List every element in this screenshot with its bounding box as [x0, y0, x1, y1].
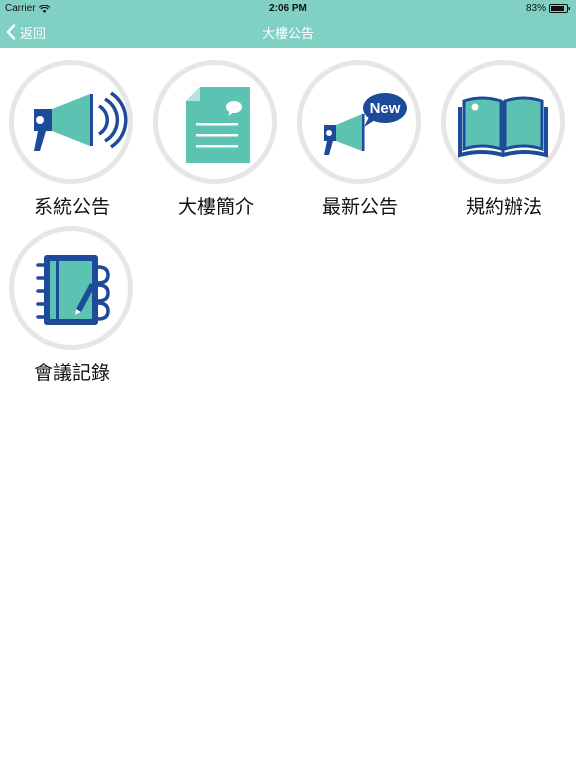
tile-label: 規約辦法	[465, 196, 542, 218]
document-icon	[186, 87, 250, 163]
battery-icon	[549, 4, 570, 13]
megaphone-icon	[34, 91, 128, 151]
battery-percent: 83%	[525, 3, 546, 14]
new-badge: New	[370, 100, 401, 117]
tile-label: 大樓簡介	[177, 196, 254, 218]
tile-meeting-minutes[interactable]: 會議記錄	[4, 218, 140, 388]
notebook-icon	[36, 255, 110, 325]
book-icon	[458, 96, 548, 158]
new-megaphone-icon: New	[324, 93, 407, 155]
tile-icon-circle	[9, 226, 133, 350]
screen: Carrier 2:06 PM 83% 返回 大樓公告 系統公告 大樓簡介 Ne…	[0, 0, 576, 768]
tile-icon-circle	[441, 60, 565, 184]
nav-bar: 返回 大樓公告	[0, 16, 576, 48]
tile-label: 會議記錄	[33, 362, 110, 384]
tile-icon-circle	[153, 60, 277, 184]
clock: 2:06 PM	[269, 3, 307, 14]
tile-building-intro[interactable]: 大樓簡介	[148, 52, 284, 222]
tile-regulations[interactable]: 規約辦法	[436, 52, 572, 222]
tile-label: 最新公告	[321, 196, 398, 218]
tile-icon-circle	[9, 60, 133, 184]
header: Carrier 2:06 PM 83% 返回 大樓公告	[0, 0, 576, 48]
battery-indicator: 83%	[526, 3, 571, 14]
tile-system-announcement[interactable]: 系統公告	[4, 52, 140, 222]
tile-label: 系統公告	[33, 196, 110, 218]
status-bar: Carrier 2:06 PM 83%	[0, 0, 576, 16]
tile-icon-circle: New	[297, 60, 421, 184]
page-title: 大樓公告	[261, 27, 314, 42]
tile-latest-announcement[interactable]: New 最新公告	[292, 52, 428, 222]
